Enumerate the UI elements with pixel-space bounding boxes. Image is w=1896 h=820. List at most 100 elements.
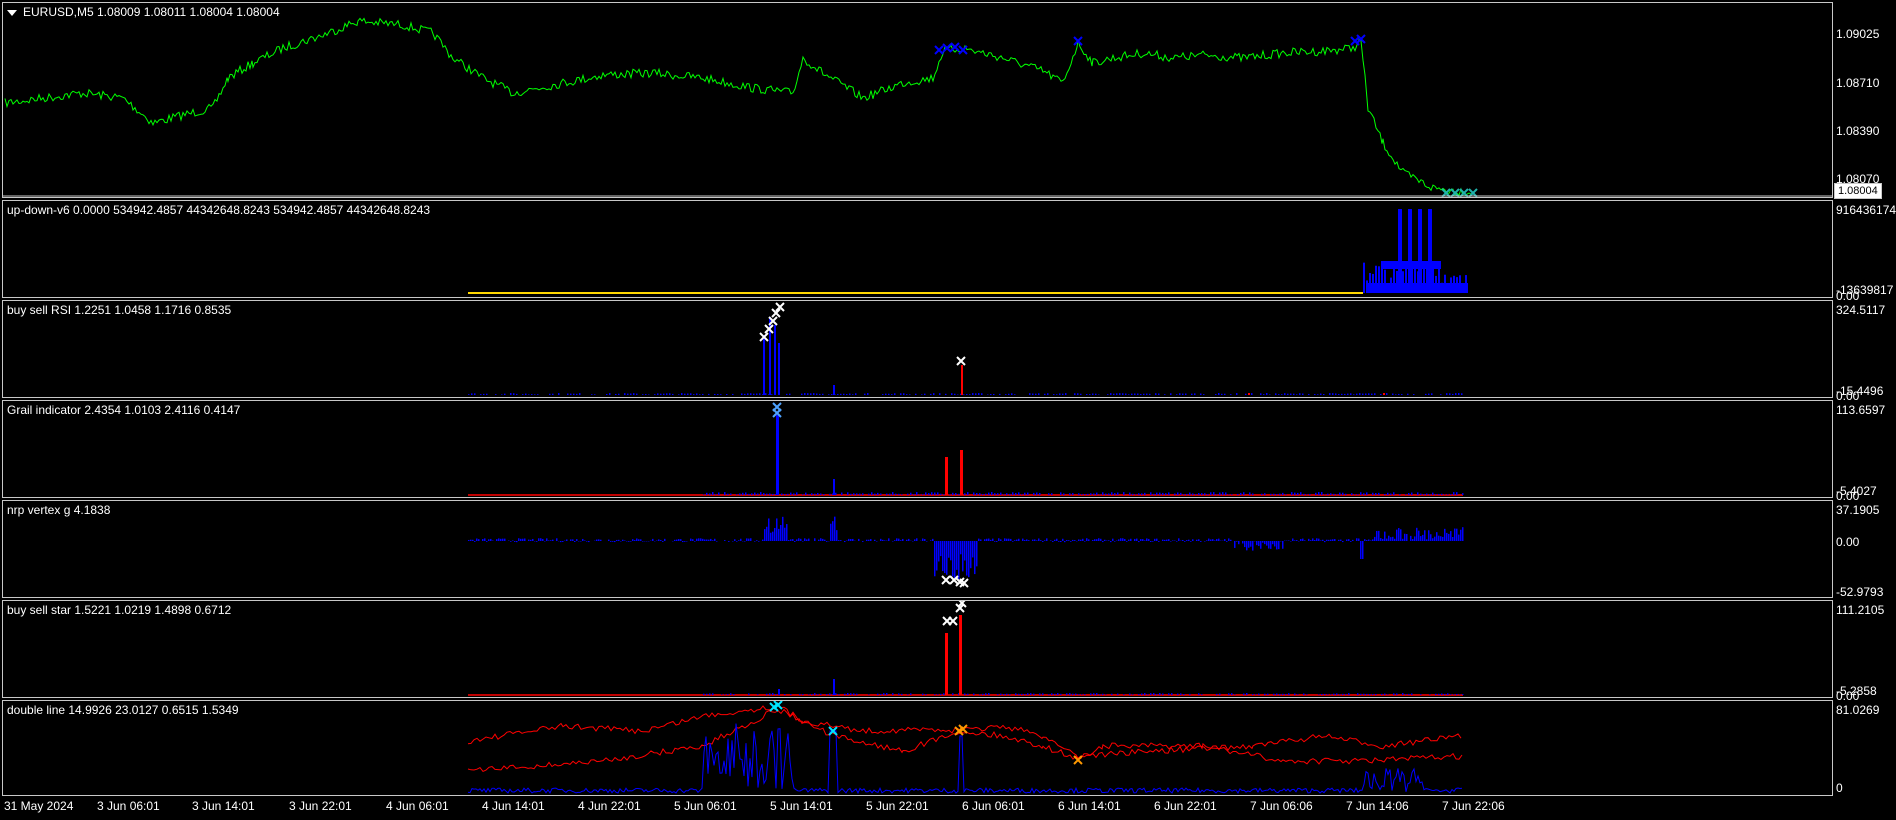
current-price-label: 1.08004	[1834, 183, 1882, 199]
histogram-bar	[588, 541, 590, 543]
histogram-bar	[880, 693, 882, 695]
histogram-bar	[1216, 693, 1218, 695]
histogram-bar	[1246, 693, 1248, 695]
histogram-bar	[628, 541, 630, 542]
histogram-bar	[882, 394, 884, 395]
histogram-bar	[1330, 694, 1332, 695]
histogram-bar	[778, 689, 780, 695]
histogram-bar	[1453, 694, 1455, 695]
histogram-bar	[478, 539, 480, 541]
histogram-bar	[664, 538, 666, 541]
indicator-pane-nrp-vertex[interactable]: nrp vertex g 4.1838	[2, 500, 1833, 598]
histogram-bar	[896, 538, 898, 541]
histogram-bar	[1314, 394, 1316, 395]
histogram-bar	[1362, 541, 1364, 559]
histogram-bar	[810, 393, 812, 395]
histogram-bar	[1401, 394, 1403, 395]
histogram-bar	[1441, 693, 1443, 695]
indicator-pane-up-down-v6[interactable]: up-down-v6 0.0000 534942.4857 44342648.8…	[2, 200, 1833, 298]
histogram-bar	[1266, 541, 1268, 546]
histogram-block	[1368, 283, 1468, 293]
histogram-bar	[939, 393, 941, 395]
indicator-pane-double-line[interactable]: double line 14.9926 23.0127 0.6515 1.534…	[2, 700, 1833, 796]
histogram-bar	[1354, 494, 1356, 495]
histogram-bar	[1092, 393, 1094, 395]
histogram-bar	[703, 693, 705, 695]
histogram-bar	[968, 541, 970, 578]
histogram-bar	[1081, 694, 1083, 695]
histogram-bar	[757, 694, 759, 695]
time-label: 31 May 2024	[4, 799, 74, 813]
histogram-bar	[850, 693, 852, 695]
histogram-bar	[1014, 540, 1016, 541]
histogram-bar	[816, 393, 818, 395]
histogram-bar	[1060, 492, 1062, 495]
histogram-bar	[1436, 532, 1438, 541]
histogram-bar	[1186, 540, 1188, 541]
histogram-bar	[598, 539, 600, 541]
histogram-bar	[594, 394, 596, 395]
histogram-bar	[1228, 693, 1230, 695]
histogram-bar	[868, 694, 870, 695]
histogram-bar	[1375, 493, 1377, 495]
histogram-bar	[1458, 393, 1460, 395]
histogram-bar	[1294, 693, 1296, 695]
histogram-bar	[762, 539, 764, 541]
histogram-bar	[906, 394, 908, 395]
histogram-bar	[932, 538, 934, 541]
histogram-bar	[1296, 540, 1298, 541]
histogram-bar	[1204, 493, 1206, 495]
histogram-bar	[1251, 393, 1253, 395]
histogram-bar	[1444, 528, 1446, 541]
histogram-bar	[658, 539, 660, 541]
indicator-pane-buy-sell-rsi[interactable]: buy sell RSI 1.2251 1.0458 1.1716 0.8535	[2, 300, 1833, 398]
histogram-bar	[1012, 541, 1014, 542]
histogram-bar	[1142, 539, 1144, 541]
histogram-bar	[610, 541, 612, 542]
histogram-bar	[699, 394, 701, 395]
histogram-bar	[1164, 539, 1166, 541]
histogram-bar	[1272, 541, 1274, 545]
histogram-bar	[1372, 539, 1374, 541]
histogram-bar	[945, 393, 947, 395]
histogram-bar	[993, 393, 995, 395]
histogram-bar	[472, 539, 474, 541]
grail-plot	[468, 402, 1464, 496]
histogram-bar	[862, 541, 864, 542]
histogram-bar	[948, 541, 950, 558]
histogram-bar	[1438, 693, 1440, 695]
histogram-bar	[833, 679, 835, 695]
price-chart-pane[interactable]: EURUSD,M5 1.08009 1.08011 1.08004 1.0800…	[2, 2, 1833, 198]
histogram-bar	[1459, 694, 1461, 695]
histogram-bar	[1350, 393, 1352, 395]
histogram-bar	[913, 494, 915, 495]
histogram-bar	[690, 393, 692, 395]
histogram-bar	[1216, 494, 1218, 495]
double-line-plot	[467, 701, 1463, 795]
histogram-bar	[807, 393, 809, 395]
histogram-bar	[1135, 494, 1137, 495]
histogram-bar	[1237, 493, 1239, 495]
histogram-bar	[919, 494, 921, 495]
histogram-bar	[584, 540, 586, 541]
histogram-bar	[884, 540, 886, 541]
price-tick-3: 1.08390	[1836, 124, 1880, 138]
histogram-bar	[1404, 533, 1406, 541]
dropdown-triangle-icon[interactable]	[7, 9, 17, 16]
histogram-bar	[1016, 539, 1018, 541]
indicator-pane-grail[interactable]: Grail indicator 2.4354 1.0103 2.4116 0.4…	[2, 400, 1833, 498]
histogram-bar	[990, 393, 992, 395]
histogram-bar	[958, 541, 960, 580]
histogram-bar	[1042, 541, 1044, 542]
histogram-bar	[586, 541, 588, 542]
histogram-bar	[1360, 693, 1362, 695]
histogram-bar	[1189, 693, 1191, 695]
histogram-bar	[962, 541, 964, 572]
indicator-pane-buy-sell-star[interactable]: buy sell star 1.5221 1.0219 1.4898 0.671…	[2, 600, 1833, 698]
histogram-bar	[1006, 538, 1008, 541]
histogram-bar	[1287, 393, 1289, 395]
histogram-bar	[877, 693, 879, 695]
histogram-bar	[513, 393, 515, 395]
histogram-bar	[1190, 541, 1192, 542]
histogram-bar	[1388, 535, 1390, 541]
